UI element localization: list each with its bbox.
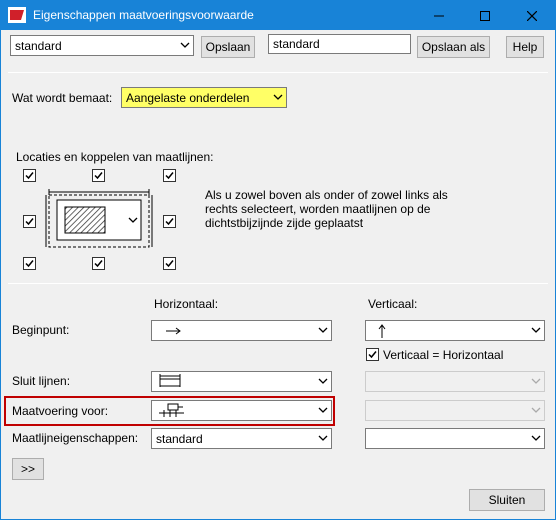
vertical-equals-horizontal-checkbox[interactable] bbox=[366, 348, 379, 361]
separator bbox=[8, 72, 548, 73]
close-lines-horizontal-select[interactable] bbox=[151, 371, 332, 392]
checkbox-middle-left[interactable] bbox=[23, 215, 36, 228]
help-button[interactable]: Help bbox=[506, 36, 544, 58]
dimension-properties-value: standard bbox=[156, 432, 203, 446]
chevron-down-icon bbox=[531, 327, 541, 333]
locations-hint-line2: rechts selecteert, worden maatlijnen op … bbox=[205, 202, 431, 216]
dimension-for-horizontal-select[interactable] bbox=[151, 400, 332, 421]
dimension-properties-horizontal-select[interactable]: standard bbox=[151, 428, 332, 449]
checkbox-top-left[interactable] bbox=[23, 169, 36, 182]
chevron-down-icon bbox=[531, 378, 541, 384]
arrow-up-icon bbox=[378, 324, 386, 338]
checkbox-bottom-center[interactable] bbox=[92, 257, 105, 270]
chevron-down-icon bbox=[318, 407, 328, 413]
preset-value: standard bbox=[15, 39, 62, 53]
dimension-for-icon bbox=[159, 403, 184, 417]
save-as-name-input[interactable]: standard bbox=[268, 34, 411, 54]
locations-label: Locaties en koppelen van maatlijnen: bbox=[16, 150, 214, 164]
dimension-properties-vertical-select[interactable] bbox=[365, 428, 545, 449]
maximize-icon bbox=[480, 10, 490, 21]
vertical-equals-horizontal-label: Verticaal = Horizontaal bbox=[383, 348, 504, 362]
close-lines-label: Sluit lijnen: bbox=[12, 374, 71, 388]
start-point-label: Beginpunt: bbox=[12, 323, 70, 337]
dimension-preview-diagram bbox=[45, 189, 153, 248]
chevron-down-icon bbox=[273, 94, 283, 100]
chevron-down-icon bbox=[531, 435, 541, 441]
checkbox-bottom-right[interactable] bbox=[163, 257, 176, 270]
chevron-down-icon bbox=[180, 42, 190, 48]
measured-select[interactable]: Aangelaste onderdelen bbox=[121, 87, 287, 108]
minimize-button[interactable] bbox=[416, 1, 462, 30]
close-dialog-button[interactable]: Sluiten bbox=[469, 489, 545, 511]
locations-hint-line1: Als u zowel boven als onder of zowel lin… bbox=[205, 188, 448, 202]
check-icon bbox=[25, 172, 34, 180]
checkbox-top-right[interactable] bbox=[163, 169, 176, 182]
dimension-for-vertical-select bbox=[365, 400, 545, 421]
chevron-down-icon bbox=[318, 435, 328, 441]
check-icon bbox=[94, 260, 103, 268]
close-button[interactable] bbox=[509, 1, 555, 30]
start-vertical-select[interactable] bbox=[365, 320, 545, 341]
check-icon bbox=[25, 218, 34, 226]
checkbox-top-center[interactable] bbox=[92, 169, 105, 182]
vertical-header: Verticaal: bbox=[368, 297, 418, 311]
maximize-button[interactable] bbox=[462, 1, 508, 30]
measured-value: Aangelaste onderdelen bbox=[126, 91, 250, 105]
chevron-down-icon bbox=[531, 407, 541, 413]
save-as-button[interactable]: Opslaan als bbox=[417, 36, 490, 58]
check-icon bbox=[368, 351, 377, 359]
chevron-down-icon bbox=[318, 327, 328, 333]
checkbox-middle-right[interactable] bbox=[163, 215, 176, 228]
arrow-right-icon bbox=[166, 327, 181, 335]
preset-select[interactable]: standard bbox=[10, 35, 194, 56]
window-title: Eigenschappen maatvoeringsvoorwaarde bbox=[33, 8, 254, 22]
check-icon bbox=[165, 218, 174, 226]
chevron-down-icon bbox=[318, 378, 328, 384]
checkbox-bottom-left[interactable] bbox=[23, 257, 36, 270]
horizontal-header: Horizontaal: bbox=[154, 297, 219, 311]
start-horizontal-select[interactable] bbox=[151, 320, 332, 341]
check-icon bbox=[94, 172, 103, 180]
dimension-properties-label: Maatlijneigenschappen: bbox=[12, 431, 139, 445]
minimize-icon bbox=[434, 15, 444, 16]
close-icon bbox=[527, 10, 537, 21]
save-button[interactable]: Opslaan bbox=[201, 36, 255, 58]
dialog-window: Eigenschappen maatvoeringsvoorwaarde sta… bbox=[0, 0, 556, 520]
check-icon bbox=[165, 172, 174, 180]
locations-hint-line3: dichtstbijzijnde zijde geplaatst bbox=[205, 216, 364, 230]
close-lines-vertical-select bbox=[365, 371, 545, 392]
dimension-for-label: Maatvoering voor: bbox=[12, 404, 109, 418]
app-icon bbox=[8, 7, 26, 23]
separator bbox=[8, 283, 548, 284]
title-bar[interactable]: Eigenschappen maatvoeringsvoorwaarde bbox=[1, 1, 555, 30]
check-icon bbox=[25, 260, 34, 268]
check-icon bbox=[165, 260, 174, 268]
expand-button[interactable]: >> bbox=[12, 458, 44, 480]
close-lines-icon bbox=[159, 374, 181, 387]
measured-label: Wat wordt bemaat: bbox=[12, 91, 113, 105]
